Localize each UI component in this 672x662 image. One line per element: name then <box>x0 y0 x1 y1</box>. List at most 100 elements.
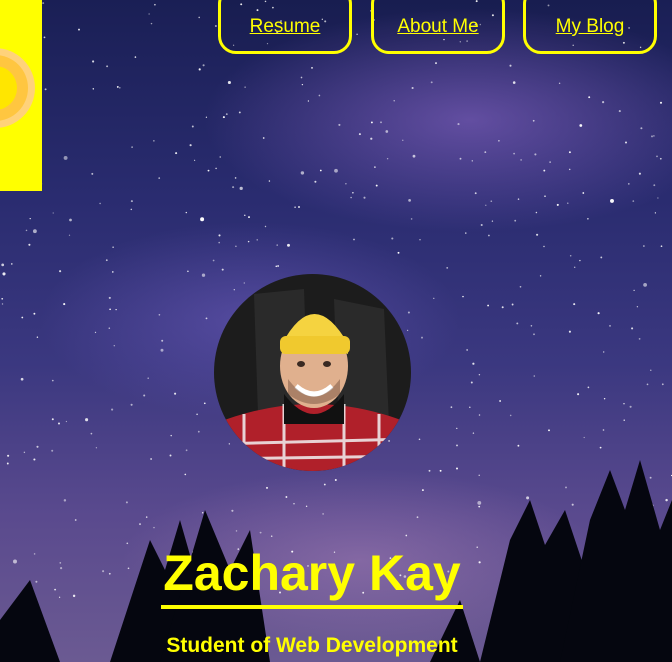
star <box>352 191 354 194</box>
star <box>65 420 68 423</box>
star <box>517 198 520 200</box>
star <box>92 60 95 63</box>
star <box>466 349 468 351</box>
star <box>345 183 347 185</box>
star <box>499 400 501 402</box>
star <box>602 101 605 104</box>
star <box>462 295 464 298</box>
star <box>659 101 663 104</box>
star <box>222 116 225 119</box>
star <box>197 430 200 433</box>
star <box>228 443 230 445</box>
star <box>653 184 656 187</box>
star <box>450 406 453 409</box>
star <box>187 270 189 273</box>
nav-link-resume[interactable]: Resume <box>250 16 321 38</box>
star <box>548 429 550 432</box>
nav-item-resume[interactable]: Resume <box>218 0 352 54</box>
star <box>544 195 546 197</box>
star <box>568 168 571 171</box>
star <box>108 327 111 329</box>
star <box>636 306 639 308</box>
star <box>68 234 71 236</box>
star <box>112 271 114 273</box>
nav-link-about-me[interactable]: About Me <box>397 16 478 38</box>
star <box>456 444 458 447</box>
star <box>160 348 164 352</box>
star <box>471 160 474 162</box>
star <box>651 135 653 138</box>
star <box>627 183 630 185</box>
star <box>314 180 317 183</box>
star <box>533 375 536 377</box>
star <box>301 83 304 86</box>
nav-item-my-blog[interactable]: My Blog <box>523 0 657 54</box>
star <box>512 81 516 84</box>
star <box>654 212 657 214</box>
star <box>406 329 409 332</box>
star <box>418 438 421 441</box>
star <box>624 141 628 144</box>
star <box>234 177 237 179</box>
star <box>10 263 13 265</box>
star <box>214 24 217 28</box>
star <box>638 338 641 340</box>
star <box>256 239 258 241</box>
star <box>533 333 535 336</box>
star <box>363 196 366 199</box>
star <box>200 217 205 222</box>
star <box>631 327 634 330</box>
nav-item-about-me[interactable]: About Me <box>371 0 505 54</box>
site-logo[interactable] <box>0 0 42 191</box>
star <box>603 397 606 400</box>
star <box>106 65 109 68</box>
star <box>232 186 235 189</box>
star <box>147 377 149 379</box>
star <box>202 64 205 67</box>
star <box>215 167 217 170</box>
star <box>148 13 150 15</box>
star <box>459 157 462 160</box>
star <box>519 285 522 288</box>
star <box>63 303 66 306</box>
star <box>99 202 101 205</box>
star <box>287 243 290 247</box>
star <box>430 81 433 84</box>
star <box>36 336 39 338</box>
star <box>509 64 512 67</box>
star <box>640 127 643 130</box>
star <box>370 137 373 140</box>
star <box>175 152 178 155</box>
star <box>112 246 114 248</box>
star <box>419 239 421 241</box>
star <box>618 110 621 113</box>
star <box>433 297 435 299</box>
star <box>235 245 237 248</box>
star <box>472 432 475 434</box>
star <box>660 245 663 248</box>
star <box>421 336 423 339</box>
star <box>318 94 321 97</box>
star <box>411 86 414 90</box>
star <box>582 192 585 194</box>
star <box>391 237 394 240</box>
star <box>275 265 278 268</box>
star <box>543 169 546 172</box>
star <box>63 155 68 160</box>
star <box>116 85 119 88</box>
star <box>374 166 376 168</box>
star <box>196 413 198 416</box>
star <box>514 219 517 222</box>
star <box>397 251 400 254</box>
star <box>43 36 46 39</box>
star <box>402 139 404 141</box>
star <box>33 312 36 315</box>
star <box>623 419 625 421</box>
star <box>338 123 341 126</box>
star <box>517 444 520 447</box>
star <box>198 68 201 71</box>
nav-link-my-blog[interactable]: My Blog <box>556 16 625 38</box>
star <box>221 268 224 271</box>
star <box>247 240 250 243</box>
star <box>105 259 108 262</box>
